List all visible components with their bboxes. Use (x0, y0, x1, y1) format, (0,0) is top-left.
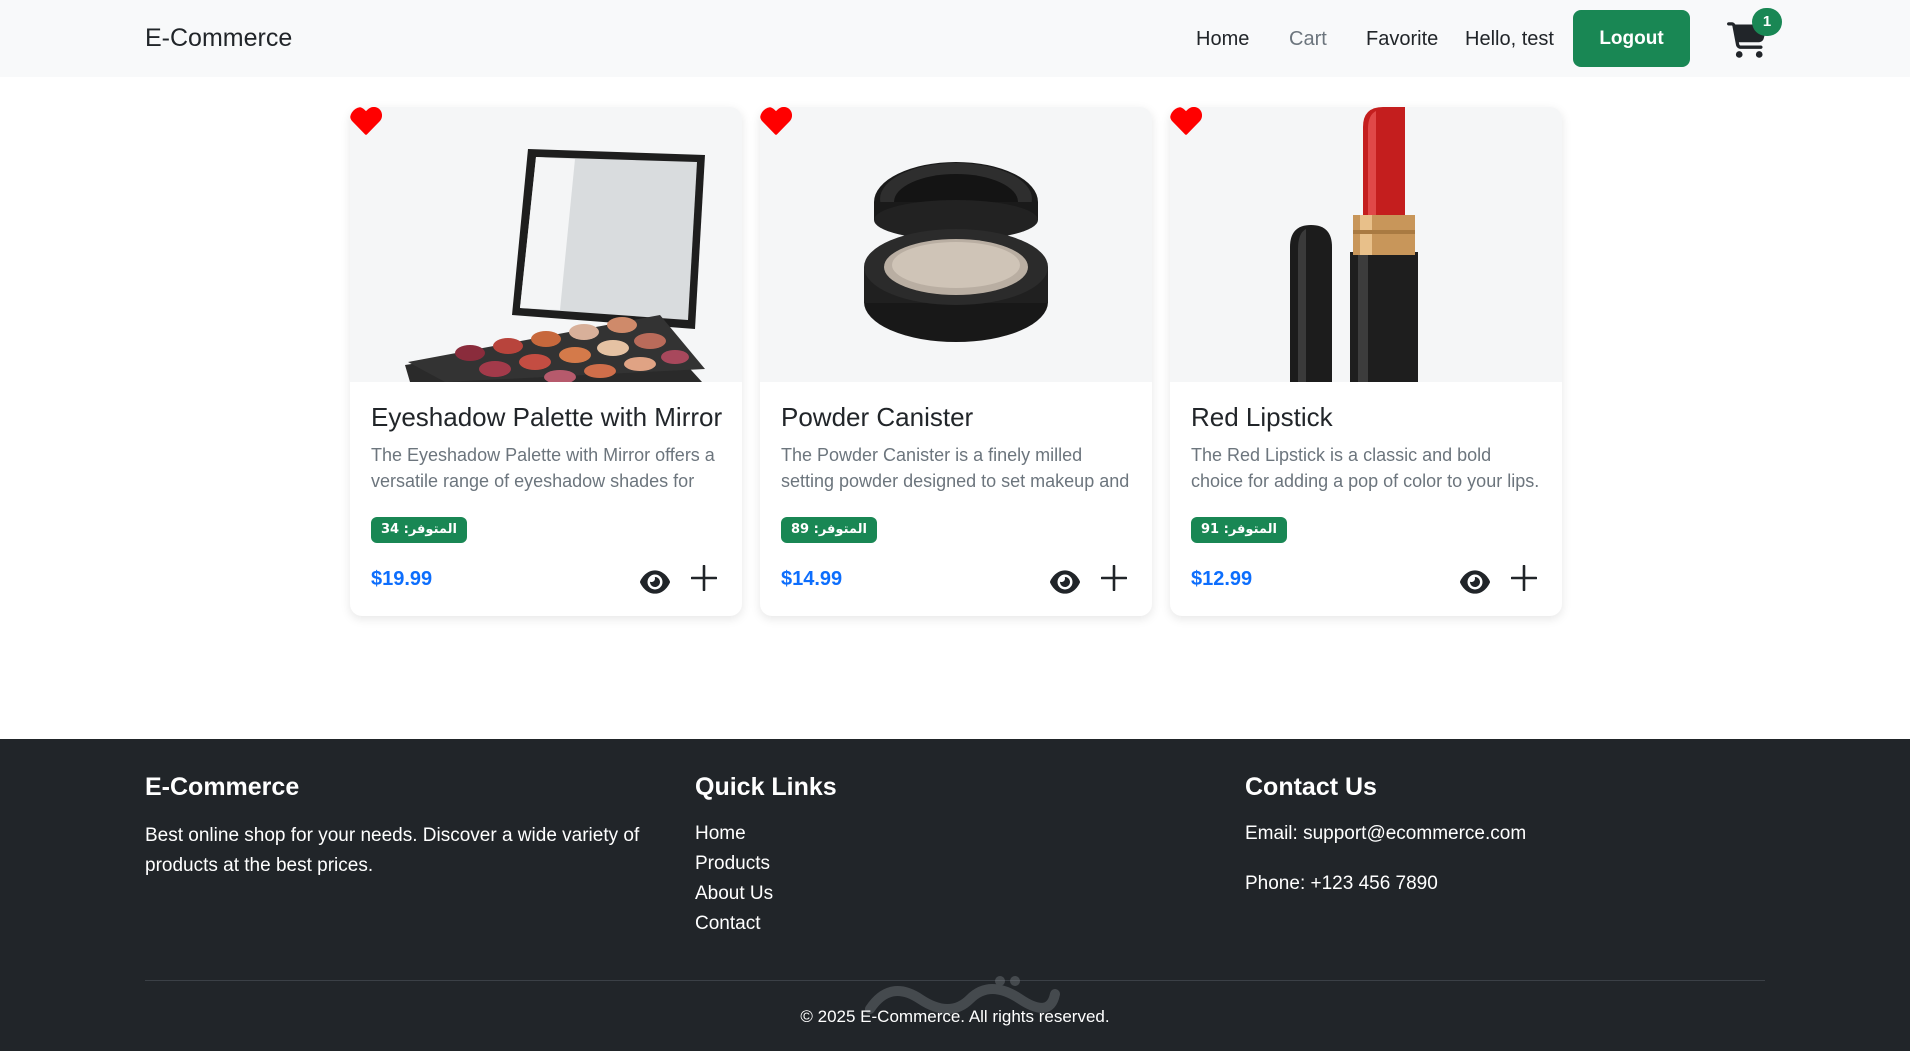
product-price: $19.99 (371, 568, 433, 590)
eye-icon[interactable] (1050, 570, 1080, 594)
heart-icon[interactable] (1170, 107, 1202, 135)
footer-link-home[interactable]: Home (695, 823, 746, 845)
powder-canister-image[interactable] (760, 107, 1152, 382)
footer-link-products[interactable]: Products (695, 853, 770, 875)
plus-icon[interactable] (691, 565, 717, 591)
plus-icon[interactable] (1511, 565, 1537, 591)
product-title: Red Lipstick (1191, 402, 1333, 432)
stock-badge: المتوفر: 89 (781, 517, 877, 543)
stock-badge: المتوفر: 91 (1191, 517, 1287, 543)
eyeshadow-palette-image[interactable] (350, 107, 742, 382)
nav-home-link[interactable]: Home (1196, 28, 1249, 51)
footer-contact-heading: Contact Us (1245, 773, 1377, 801)
heart-icon[interactable] (760, 107, 792, 135)
brand-logo[interactable]: E-Commerce (145, 24, 292, 53)
footer-brand-heading: E-Commerce (145, 773, 300, 801)
product-card: Eyeshadow Palette with Mirror The Eyesha… (350, 107, 742, 616)
red-lipstick-image[interactable] (1170, 107, 1562, 382)
footer-links-heading: Quick Links (695, 773, 837, 801)
product-title: Eyeshadow Palette with Mirror (371, 402, 723, 432)
footer-phone: Phone: +123 456 7890 (1245, 873, 1438, 894)
stock-badge: المتوفر: 34 (371, 517, 467, 543)
product-price: $14.99 (781, 568, 843, 590)
footer: E-Commerce Best online shop for your nee… (0, 739, 1910, 1051)
product-card: Red Lipstick The Red Lipstick is a class… (1170, 107, 1562, 616)
navbar: E-Commerce Home Cart Favorite Hello, tes… (0, 0, 1910, 77)
product-description: The Red Lipstick is a classic and bold c… (1191, 445, 1540, 491)
product-card: Powder Canister The Powder Canister is a… (760, 107, 1152, 616)
user-greeting: Hello, test (1465, 28, 1554, 50)
footer-link-about[interactable]: About Us (695, 883, 773, 905)
cart-count-badge: 1 (1752, 8, 1782, 36)
product-description: The Eyeshadow Palette with Mirror offers… (371, 445, 715, 491)
logout-button[interactable]: Logout (1573, 10, 1690, 67)
product-description: The Powder Canister is a finely milled s… (781, 445, 1130, 491)
footer-email: Email: support@ecommerce.com (1245, 823, 1527, 844)
copyright-text: © 2025 E-Commerce. All rights reserved. (800, 1007, 1110, 1026)
heart-icon[interactable] (350, 107, 382, 135)
footer-link-contact[interactable]: Contact (695, 913, 760, 935)
nav-favorite-link[interactable]: Favorite (1366, 28, 1438, 51)
eye-icon[interactable] (640, 570, 670, 594)
product-price: $12.99 (1191, 568, 1253, 590)
eye-icon[interactable] (1460, 570, 1490, 594)
footer-brand-text: Best online shop for your needs. Discove… (145, 825, 640, 876)
nav-cart-link[interactable]: Cart (1289, 28, 1327, 51)
plus-icon[interactable] (1101, 565, 1127, 591)
cart-button[interactable]: 1 (1727, 8, 1787, 60)
product-title: Powder Canister (781, 402, 974, 432)
